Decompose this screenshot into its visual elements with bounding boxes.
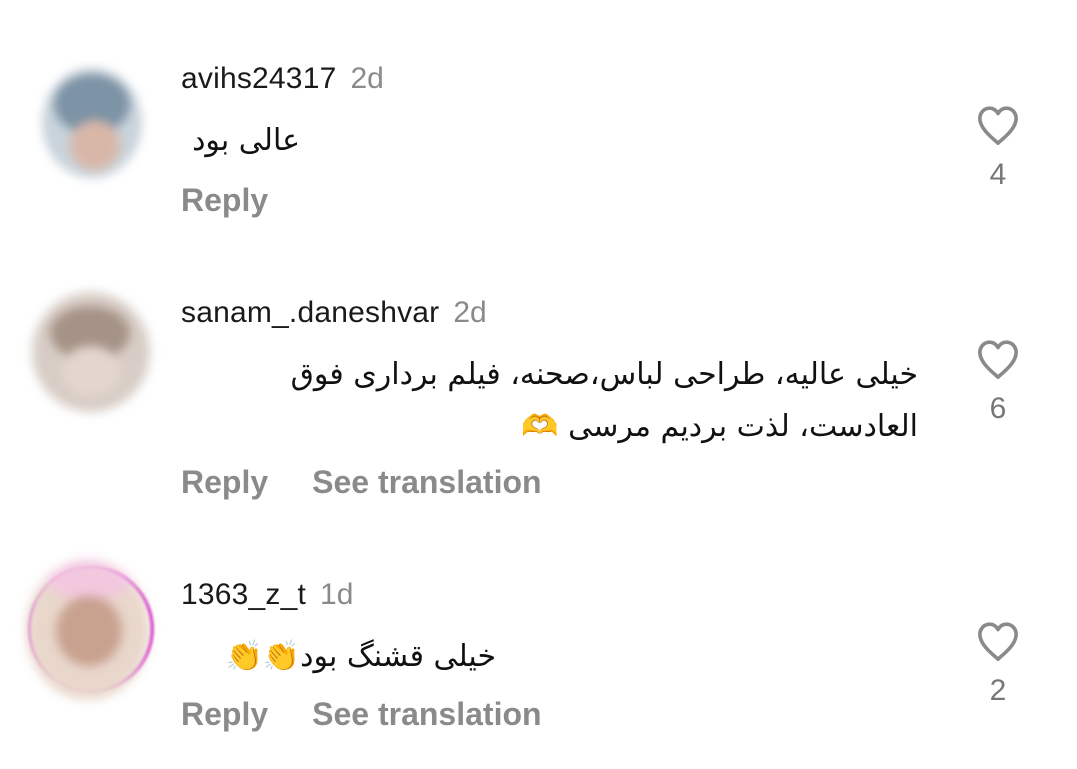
timestamp: 2d — [350, 62, 384, 95]
comment-header: avihs24317 2d — [181, 62, 384, 96]
avatar[interactable] — [32, 292, 150, 412]
comment-actions: Reply See translation — [181, 696, 542, 733]
like-button[interactable]: 6 — [970, 338, 1026, 426]
avatar[interactable] — [42, 68, 142, 178]
reply-button[interactable]: Reply — [181, 696, 268, 732]
like-count: 4 — [989, 158, 1007, 191]
comment-actions: Reply — [181, 182, 268, 219]
see-translation-button[interactable]: See translation — [312, 696, 541, 732]
avatar[interactable] — [26, 560, 150, 700]
like-button[interactable]: 2 — [970, 620, 1026, 708]
heart-outline-icon[interactable] — [975, 338, 1021, 380]
comment-text-line-1: خیلی عالیه، طراحی لباس،صحنه، فیلم برداری… — [290, 357, 918, 392]
timestamp: 2d — [453, 296, 487, 329]
comment-header: 1363_z_t 1d — [181, 578, 353, 612]
reply-button[interactable]: Reply — [181, 464, 268, 500]
heart-outline-icon[interactable] — [975, 620, 1021, 662]
username-link[interactable]: 1363_z_t — [181, 578, 306, 611]
username-link[interactable]: sanam_.daneshvar — [181, 296, 439, 329]
username-link[interactable]: avihs24317 — [181, 62, 336, 95]
see-translation-button[interactable]: See translation — [312, 464, 541, 500]
comment-text-line-2: العادست، لذت بردیم مرسی 🫶 — [521, 409, 918, 444]
like-count: 6 — [989, 392, 1007, 425]
heart-outline-icon[interactable] — [975, 104, 1021, 146]
reply-button[interactable]: Reply — [181, 182, 268, 218]
comment-text: خیلی قشنگ بود👏👏 — [225, 639, 496, 674]
timestamp: 1d — [320, 578, 354, 611]
comment-actions: Reply See translation — [181, 464, 542, 501]
comment-header: sanam_.daneshvar 2d — [181, 296, 487, 330]
like-count: 2 — [989, 674, 1007, 707]
comment-text: عالی بود — [192, 123, 300, 158]
like-button[interactable]: 4 — [970, 104, 1026, 192]
